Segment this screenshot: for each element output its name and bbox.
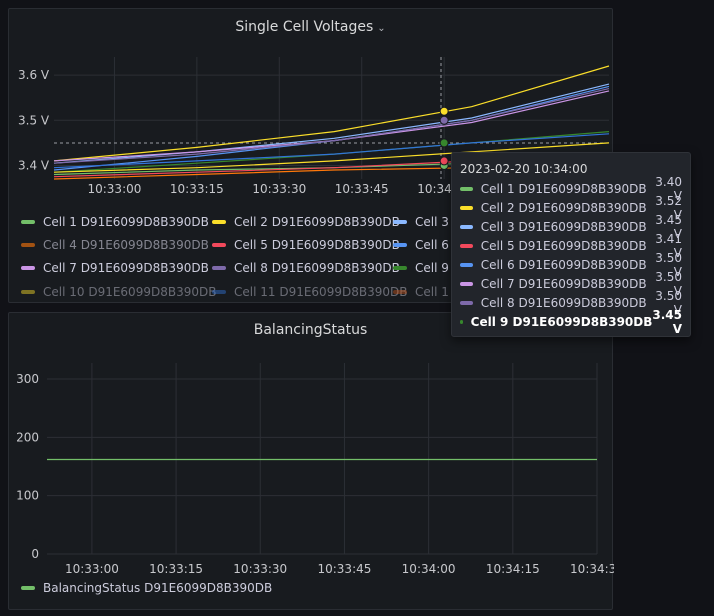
legend-label: Cell 2 D91E6099D8B390DB — [234, 215, 400, 229]
tooltip-row: Cell 9 D91E6099D8B390DB 3.45 V — [460, 308, 682, 336]
legend-swatch — [21, 586, 35, 590]
x-tick-label: 10:33:30 — [252, 182, 306, 196]
legend-label: Cell 5 D91E6099D8B390DB — [234, 238, 400, 252]
tooltip-series-name: Cell 2 D91E6099D8B390DB — [480, 200, 647, 215]
x-tick-label: 10:33:00 — [65, 562, 119, 576]
hover-point — [439, 106, 449, 116]
tooltip-series-name: Cell 7 D91E6099D8B390DB — [480, 276, 647, 291]
tooltip-swatch — [460, 281, 473, 286]
x-tick-label: 10:34:30 — [570, 562, 614, 576]
legend-label: Cell 4 D91E6099D8B390DB — [43, 238, 209, 252]
hover-point — [439, 156, 449, 166]
tooltip-swatch — [460, 300, 473, 305]
series-line-cell-7[interactable] — [53, 90, 610, 162]
tooltip-swatch — [460, 186, 473, 191]
hover-point — [439, 138, 449, 148]
legend-swatch — [393, 220, 407, 224]
y-tick-label: 0 — [31, 547, 39, 561]
legend-item[interactable]: Cell 5 D91E6099D8B390DB — [212, 238, 400, 252]
y-tick-label: 3.6 V — [18, 68, 50, 82]
legend-label: Cell 7 D91E6099D8B390DB — [43, 261, 209, 275]
x-tick-label: 10:34:00 — [402, 562, 456, 576]
legend-item[interactable]: Cell 2 D91E6099D8B390DB — [212, 215, 400, 229]
x-tick-label: 10:33:30 — [233, 562, 287, 576]
legend-label: Cell 11 D91E6099D8B390DB — [234, 285, 408, 299]
tooltip-series-name: Cell 8 D91E6099D8B390DB — [480, 295, 647, 310]
tooltip-swatch — [460, 243, 473, 248]
balancing-legend: BalancingStatus D91E6099D8B390DB — [21, 581, 611, 601]
tooltip-swatch — [460, 319, 463, 324]
hover-point — [439, 115, 449, 125]
legend-swatch — [212, 290, 226, 294]
y-tick-label: 3.4 V — [18, 158, 50, 172]
legend-item[interactable]: Cell 1 D91E6099D8B390DB — [21, 215, 209, 229]
legend-swatch — [21, 220, 35, 224]
tooltip-value: 3.45 V — [652, 307, 682, 336]
balancing-chart[interactable]: 0 100 200 300 10:33:00 10:33:15 10:33:30 10:33… — [9, 313, 614, 583]
legend-swatch — [212, 266, 226, 270]
legend-item[interactable]: Cell 8 D91E6099D8B390DB — [212, 261, 400, 275]
balancing-panel: BalancingStatus 0 100 200 300 10:33:00 10:33… — [8, 312, 614, 610]
legend-item[interactable]: Cell 7 D91E6099D8B390DB — [21, 261, 209, 275]
series-line-cell-2[interactable] — [53, 65, 610, 162]
legend-label: Cell 10 D91E6099D8B390DB — [43, 285, 217, 299]
y-tick-label: 300 — [16, 372, 39, 386]
tooltip-row: Cell 8 D91E6099D8B390DB 3.50 V — [460, 289, 682, 317]
legend-label: BalancingStatus D91E6099D8B390DB — [43, 581, 273, 595]
x-tick-label: 10:33:00 — [87, 182, 141, 196]
tooltip-series-name: Cell 9 D91E6099D8B390DB — [470, 314, 653, 329]
legend-label: Cell 8 D91E6099D8B390DB — [234, 261, 400, 275]
tooltip-swatch — [460, 205, 473, 210]
legend-item[interactable]: Cell 4 D91E6099D8B390DB — [21, 238, 209, 252]
tooltip-series-name: Cell 5 D91E6099D8B390DB — [480, 238, 647, 253]
legend-item[interactable]: Cell 1 — [393, 285, 449, 299]
x-tick-label: 10:34:15 — [486, 562, 540, 576]
legend-swatch — [21, 243, 35, 247]
legend-swatch — [21, 266, 35, 270]
tooltip-series-name: Cell 1 D91E6099D8B390DB — [480, 181, 647, 196]
x-tick-label: 10:33:45 — [317, 562, 371, 576]
legend-label: Cell 1 D91E6099D8B390DB — [43, 215, 209, 229]
y-tick-label: 100 — [16, 489, 39, 503]
x-tick-label: 10:33:45 — [335, 182, 389, 196]
tooltip-swatch — [460, 262, 473, 267]
legend-swatch — [393, 243, 407, 247]
legend-swatch — [212, 243, 226, 247]
y-tick-label: 200 — [16, 430, 39, 444]
legend-swatch — [212, 220, 226, 224]
tooltip-swatch — [460, 224, 473, 229]
x-tick-label: 10:33:15 — [149, 562, 203, 576]
legend-item[interactable]: BalancingStatus D91E6099D8B390DB — [21, 581, 272, 595]
legend-item[interactable]: Cell 11 D91E6099D8B390DB — [212, 285, 407, 299]
tooltip-timestamp: 2023-02-20 10:34:00 — [460, 162, 588, 176]
legend-label: Cell 1 — [415, 285, 449, 299]
hover-tooltip: 2023-02-20 10:34:00 Cell 1 D91E6099D8B39… — [451, 152, 691, 337]
y-tick-label: 3.5 V — [18, 113, 50, 127]
legend-item[interactable]: Cell 10 D91E6099D8B390DB — [21, 285, 216, 299]
tooltip-series-name: Cell 3 D91E6099D8B390DB — [480, 219, 647, 234]
tooltip-series-name: Cell 6 D91E6099D8B390DB — [480, 257, 647, 272]
legend-swatch — [393, 266, 407, 270]
x-tick-label: 10:33:15 — [170, 182, 224, 196]
legend-swatch — [21, 290, 35, 294]
legend-swatch — [393, 290, 407, 294]
